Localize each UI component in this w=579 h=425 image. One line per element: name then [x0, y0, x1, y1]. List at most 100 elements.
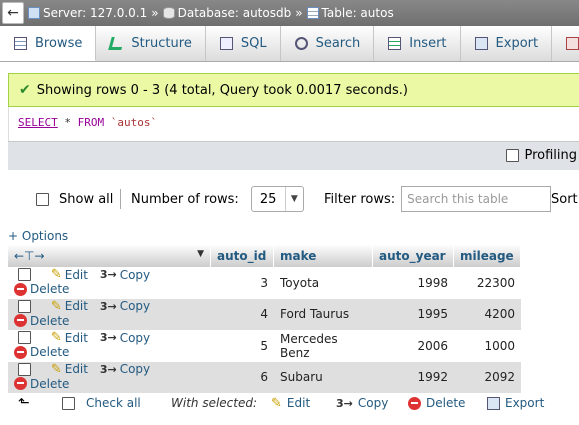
cell-auto-year[interactable]: 1998	[373, 267, 454, 299]
sql-query: SELECT * FROM `autos`	[8, 107, 579, 141]
delete-link[interactable]: Delete	[14, 345, 69, 359]
cell-mileage[interactable]: 4200	[454, 298, 521, 330]
copy-icon: 3→	[99, 268, 117, 281]
insert-icon	[388, 37, 402, 50]
row-checkbox[interactable]	[18, 362, 31, 376]
tab-bar: Browse Structure SQL Search Insert Expor…	[0, 26, 579, 62]
cell-auto-id[interactable]: 4	[211, 298, 274, 330]
column-arrows-icon[interactable]: ←⊤→	[14, 249, 45, 263]
sort-chevron-icon[interactable]: ▼	[197, 249, 204, 259]
pencil-icon: ✎	[50, 298, 62, 314]
export-icon	[474, 37, 488, 50]
copy-link[interactable]: 3→ Copy	[100, 268, 150, 282]
navigation-row: Show all Number of rows: 25 ▼ Filter row…	[0, 184, 579, 216]
cell-mileage[interactable]: 22300	[454, 267, 521, 299]
bulk-delete-button[interactable]: Delete	[408, 388, 465, 418]
delete-icon	[14, 345, 27, 359]
cell-mileage[interactable]: 1000	[454, 330, 521, 362]
edit-link[interactable]: ✎ Edit	[51, 330, 88, 345]
cell-auto-year[interactable]: 2006	[373, 330, 454, 362]
delete-icon	[14, 314, 27, 327]
show-all-checkbox[interactable]	[36, 192, 49, 206]
table-icon	[306, 7, 319, 19]
column-make[interactable]: make	[274, 244, 373, 267]
tab-search[interactable]: Search	[281, 26, 375, 61]
table-row: ✎ Edit 3→ Copy Delete 4 Ford Taurus 1995 4…	[8, 298, 521, 330]
options-link[interactable]: + Options	[8, 229, 68, 243]
checkmark-icon: ✔	[19, 82, 31, 98]
row-checkbox[interactable]	[18, 299, 31, 313]
export-icon	[487, 396, 500, 410]
tab-export[interactable]: Export	[461, 26, 553, 61]
edit-link[interactable]: ✎ Edit	[51, 362, 88, 377]
breadcrumb: ← Server: 127.0.0.1 » Database: autosdb …	[0, 0, 579, 26]
cell-auto-year[interactable]: 1995	[373, 298, 454, 330]
row-checkbox[interactable]	[18, 331, 31, 344]
row-checkbox[interactable]	[18, 268, 31, 281]
sql-table-name: `autos`	[104, 116, 158, 129]
profiling-checkbox[interactable]	[506, 149, 520, 162]
column-auto-id[interactable]: auto_id	[211, 244, 274, 267]
table-header-row: ←⊤→ ▼ auto_id make auto_year mileage	[8, 244, 521, 267]
cell-make[interactable]: Mercedes Benz	[274, 330, 373, 362]
database-icon	[162, 7, 175, 19]
tab-structure[interactable]: Structure	[96, 26, 206, 61]
copy-icon: 3→	[99, 362, 117, 376]
bulk-edit-button[interactable]: ✎ Edit	[271, 388, 310, 418]
breadcrumb-server[interactable]: Server: 127.0.0.1	[28, 6, 147, 20]
check-all-checkbox[interactable]	[62, 396, 75, 410]
server-icon	[28, 7, 40, 19]
sql-select-keyword[interactable]: SELECT	[18, 116, 58, 129]
breadcrumb-table[interactable]: Table: autos	[306, 6, 394, 20]
column-auto-year[interactable]: auto_year	[373, 244, 454, 267]
row-actions: ✎ Edit 3→ Copy Delete	[8, 298, 211, 330]
cell-make[interactable]: Ford Taurus	[274, 298, 373, 330]
bulk-export-button[interactable]: Export	[487, 388, 544, 418]
edit-link[interactable]: ✎ Edit	[51, 267, 88, 282]
row-controls-header: ←⊤→ ▼	[8, 244, 211, 267]
profiling-toggle[interactable]: Profiling	[506, 148, 577, 163]
delete-icon	[14, 282, 27, 296]
copy-link[interactable]: 3→ Copy	[100, 331, 150, 345]
search-icon	[294, 37, 308, 50]
column-mileage[interactable]: mileage	[454, 244, 521, 267]
copy-icon: 3→	[99, 299, 117, 313]
cell-make[interactable]: Toyota	[274, 267, 373, 299]
tab-import[interactable]	[552, 26, 579, 61]
delete-link[interactable]: Delete	[14, 314, 69, 328]
tab-sql[interactable]: SQL	[206, 26, 281, 61]
filter-rows: Filter rows:	[324, 184, 552, 214]
pencil-icon: ✎	[50, 330, 62, 345]
copy-link[interactable]: 3→ Copy	[100, 362, 150, 376]
sort-label: Sort	[551, 191, 578, 207]
import-icon	[566, 37, 579, 50]
show-all-toggle[interactable]: Show all	[36, 184, 113, 214]
pencil-icon: ✎	[271, 395, 282, 411]
check-all-toggle[interactable]: Check all	[62, 388, 141, 418]
rows-select[interactable]: 25 ▼	[250, 186, 304, 212]
select-arrow-icon: ⬑	[18, 395, 30, 411]
copy-icon: 3→	[99, 331, 117, 344]
bulk-actions: ⬑ Check all With selected: ✎ Edit 3→ Cop…	[0, 388, 579, 418]
edit-link[interactable]: ✎ Edit	[51, 299, 88, 314]
browse-icon	[14, 36, 27, 50]
copy-link[interactable]: 3→ Copy	[100, 299, 150, 313]
tab-insert[interactable]: Insert	[374, 26, 461, 61]
rows-per-page: Number of rows: 25 ▼	[131, 184, 304, 214]
filter-input[interactable]	[401, 186, 552, 212]
table-row: ✎ Edit 3→ Copy Delete 5 Mercedes Benz 2006…	[8, 330, 521, 362]
sql-from-keyword: FROM	[77, 116, 105, 129]
cell-auto-id[interactable]: 3	[211, 267, 274, 299]
success-message: ✔ Showing rows 0 - 3 (4 total, Query too…	[8, 73, 579, 107]
table-row: ✎ Edit 3→ Copy Delete 3 Toyota 1998 22300	[8, 267, 521, 299]
row-actions: ✎ Edit 3→ Copy Delete	[8, 267, 211, 299]
back-arrow-icon[interactable]: ←	[2, 2, 24, 24]
delete-icon	[408, 396, 421, 410]
breadcrumb-database[interactable]: Database: autosdb	[162, 6, 291, 20]
tab-browse[interactable]: Browse	[0, 26, 97, 61]
copy-icon: 3→	[336, 396, 353, 410]
cell-auto-id[interactable]: 5	[211, 330, 274, 362]
pencil-icon: ✎	[50, 267, 62, 282]
delete-link[interactable]: Delete	[14, 282, 69, 296]
bulk-copy-button[interactable]: 3→ Copy	[336, 388, 388, 418]
